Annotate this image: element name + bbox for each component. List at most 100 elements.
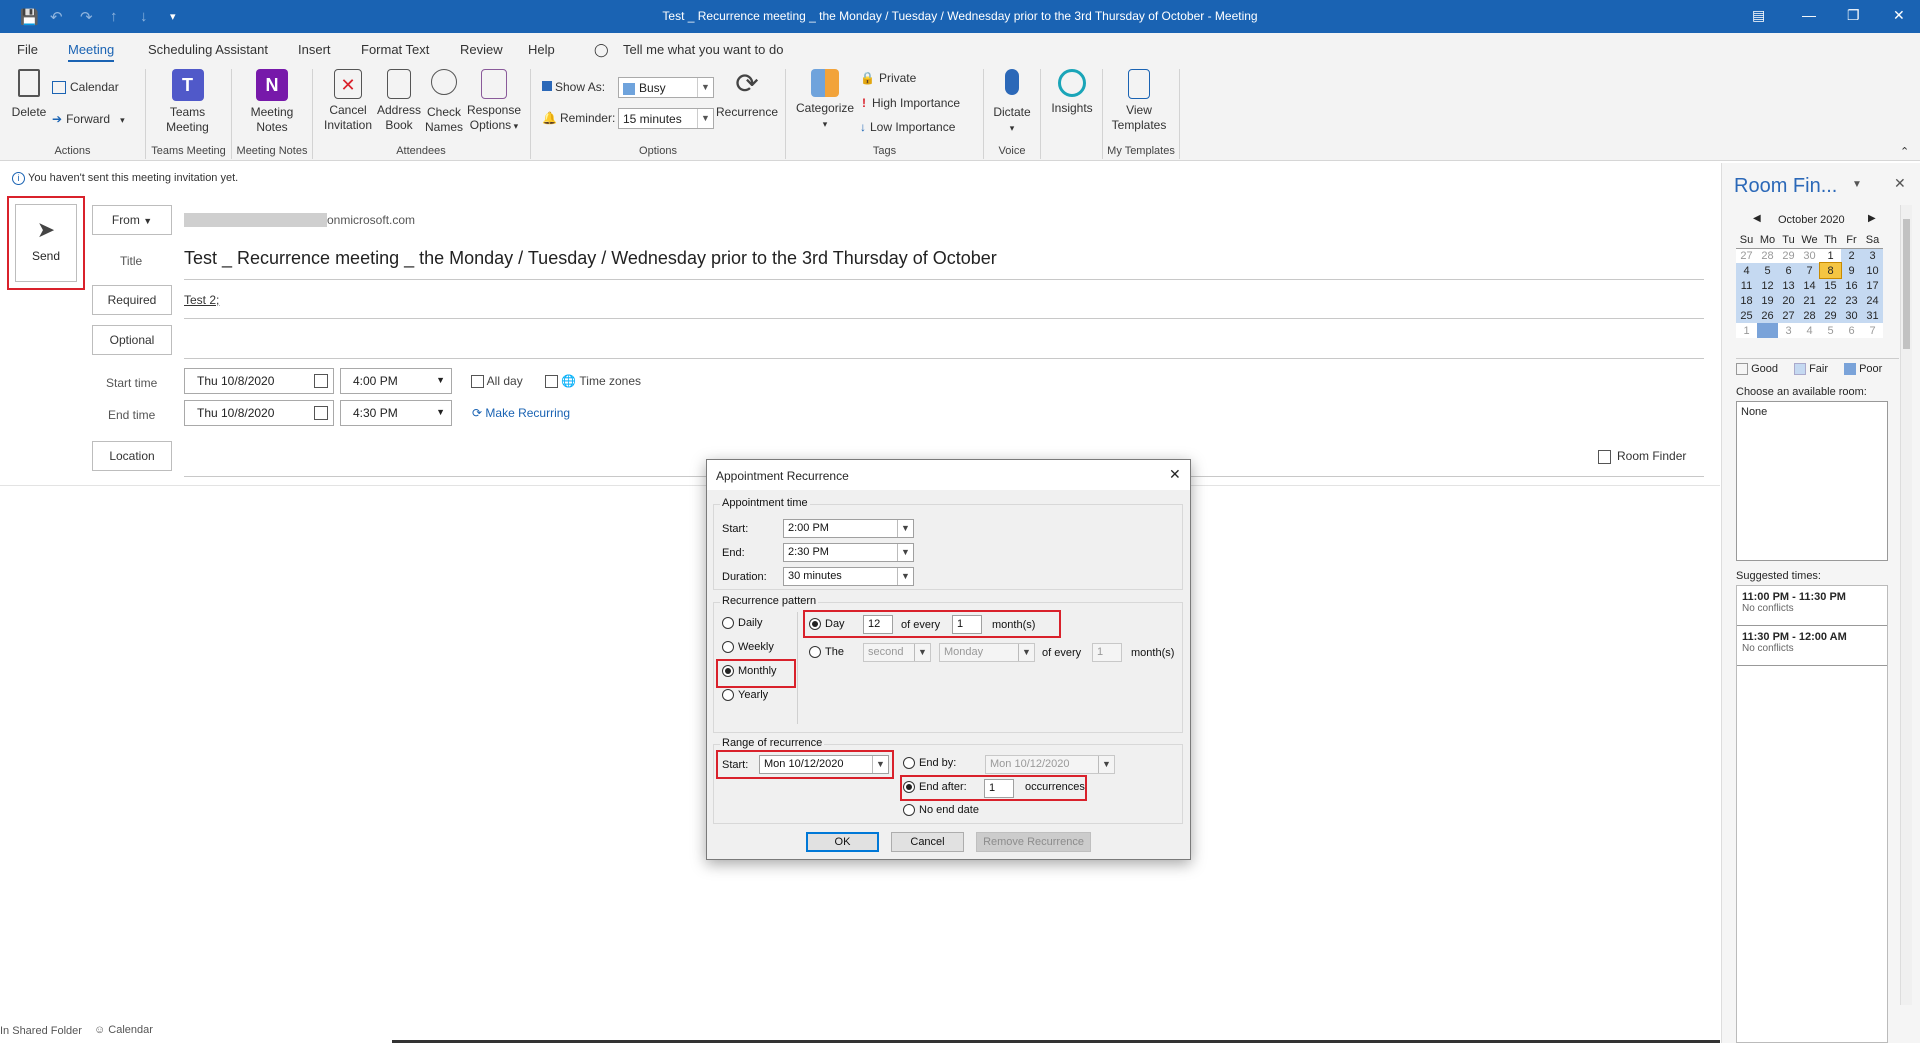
calendar-button[interactable]: Calendar bbox=[52, 80, 119, 95]
calendar-day[interactable]: 28 bbox=[1757, 248, 1778, 263]
ribbon-display-icon[interactable]: ▤ bbox=[1752, 7, 1765, 24]
calendar-day[interactable]: 2 bbox=[1757, 323, 1778, 338]
tab-help[interactable]: Help bbox=[528, 42, 555, 57]
calendar-day[interactable]: 5 bbox=[1820, 323, 1841, 338]
calendar-day[interactable]: 29 bbox=[1820, 308, 1841, 323]
calendar-day[interactable]: 17 bbox=[1862, 278, 1883, 293]
response-options-button[interactable]: Response Options ▾ bbox=[466, 69, 522, 134]
calendar-day[interactable]: 20 bbox=[1778, 293, 1799, 308]
monthly-radio[interactable]: Monthly bbox=[722, 665, 777, 678]
calendar-day[interactable]: 5 bbox=[1757, 263, 1778, 278]
calendar-day[interactable]: 3 bbox=[1778, 323, 1799, 338]
prev-month-icon[interactable]: ◀ bbox=[1753, 213, 1761, 224]
tab-file[interactable]: File bbox=[17, 42, 38, 57]
end-time-select[interactable]: 2:30 PM ▼ bbox=[783, 543, 914, 562]
calendar-day[interactable]: 15 bbox=[1820, 278, 1841, 293]
make-recurring-link[interactable]: ⟳ Make Recurring bbox=[472, 406, 570, 420]
categorize-button[interactable]: Categorize ▾ bbox=[796, 69, 854, 132]
remove-recurrence-button[interactable]: Remove Recurrence bbox=[976, 832, 1091, 852]
calendar-day[interactable]: 7 bbox=[1862, 323, 1883, 338]
calendar-day[interactable]: 30 bbox=[1841, 308, 1862, 323]
pane-scrollbar[interactable] bbox=[1900, 205, 1912, 1005]
room-list[interactable]: None bbox=[1736, 401, 1888, 561]
the-radio[interactable]: The bbox=[809, 646, 844, 659]
start-time-input[interactable]: 4:00 PM ▼ bbox=[340, 368, 452, 394]
duration-select[interactable]: 30 minutes ▼ bbox=[783, 567, 914, 586]
calendar-day[interactable]: 11 bbox=[1736, 278, 1757, 293]
calendar-day[interactable]: 23 bbox=[1841, 293, 1862, 308]
show-as-select[interactable]: Busy ▼ bbox=[618, 77, 714, 98]
high-importance-button[interactable]: ! High Importance bbox=[862, 96, 960, 110]
weekly-radio[interactable]: Weekly bbox=[722, 641, 774, 654]
range-start-select[interactable]: Mon 10/12/2020 ▼ bbox=[759, 755, 889, 774]
end-date-input[interactable]: Thu 10/8/2020 bbox=[184, 400, 334, 426]
calendar-day[interactable]: 13 bbox=[1778, 278, 1799, 293]
dialog-close-icon[interactable]: ✕ bbox=[1169, 466, 1181, 483]
tab-review[interactable]: Review bbox=[460, 42, 503, 57]
ok-button[interactable]: OK bbox=[806, 832, 879, 852]
day-number-input[interactable]: 12 bbox=[863, 615, 893, 634]
calendar-day[interactable]: 6 bbox=[1841, 323, 1862, 338]
daily-radio[interactable]: Daily bbox=[722, 617, 762, 630]
calendar-day[interactable]: 27 bbox=[1736, 248, 1757, 263]
month-interval-input[interactable]: 1 bbox=[952, 615, 982, 634]
time-zones-checkbox[interactable]: 🌐 Time zones bbox=[545, 374, 641, 389]
calendar-day[interactable]: 7 bbox=[1799, 263, 1820, 278]
required-input[interactable]: Test 2; bbox=[184, 293, 219, 307]
calendar-day[interactable]: 19 bbox=[1757, 293, 1778, 308]
tab-meeting[interactable]: Meeting bbox=[68, 42, 115, 62]
meeting-notes-button[interactable]: N Meeting Notes bbox=[244, 69, 300, 135]
calendar-day[interactable]: 8 bbox=[1819, 262, 1842, 279]
calendar-day[interactable]: 16 bbox=[1841, 278, 1862, 293]
end-by-select[interactable]: Mon 10/12/2020 ▼ bbox=[985, 755, 1115, 774]
close-icon[interactable]: ✕ bbox=[1893, 7, 1905, 24]
room-finder-button[interactable]: Room Finder bbox=[1598, 449, 1686, 464]
end-time-input[interactable]: 4:30 PM ▼ bbox=[340, 400, 452, 426]
ordinal-select[interactable]: second ▼ bbox=[863, 643, 931, 662]
calendar-day[interactable]: 1 bbox=[1820, 248, 1841, 263]
calendar-day[interactable]: 9 bbox=[1841, 263, 1862, 278]
address-book-button[interactable]: Address Book bbox=[376, 69, 422, 133]
required-button[interactable]: Required bbox=[92, 285, 172, 315]
calendar-day[interactable]: 28 bbox=[1799, 308, 1820, 323]
calendar-day[interactable]: 21 bbox=[1799, 293, 1820, 308]
collapse-ribbon-icon[interactable]: ⌃ bbox=[1900, 145, 1909, 158]
calendar-day[interactable]: 29 bbox=[1778, 248, 1799, 263]
calendar-day[interactable]: 6 bbox=[1778, 263, 1799, 278]
pane-options-icon[interactable]: ▼ bbox=[1852, 179, 1862, 190]
calendar-day[interactable]: 4 bbox=[1736, 263, 1757, 278]
delete-button[interactable]: Delete bbox=[10, 69, 48, 120]
calendar-day[interactable]: 30 bbox=[1799, 248, 1820, 263]
suggestion-item[interactable]: 11:30 PM - 12:00 AM No conflicts bbox=[1737, 626, 1887, 666]
from-button[interactable]: From ▼ bbox=[92, 205, 172, 235]
check-names-button[interactable]: Check Names bbox=[422, 69, 466, 135]
calendar-day[interactable]: 10 bbox=[1862, 263, 1883, 278]
end-by-radio[interactable]: End by: bbox=[903, 757, 956, 770]
calendar-day[interactable]: 1 bbox=[1736, 323, 1757, 338]
calendar-day[interactable]: 31 bbox=[1862, 308, 1883, 323]
yearly-radio[interactable]: Yearly bbox=[722, 689, 768, 702]
calendar-day[interactable]: 2 bbox=[1841, 248, 1862, 263]
location-button[interactable]: Location bbox=[92, 441, 172, 471]
all-day-checkbox[interactable]: All day bbox=[471, 374, 523, 389]
reminder-select[interactable]: 15 minutes ▼ bbox=[618, 108, 714, 129]
weekday-select[interactable]: Monday ▼ bbox=[939, 643, 1035, 662]
view-templates-button[interactable]: View Templates bbox=[1108, 69, 1170, 133]
calendar-day[interactable]: 4 bbox=[1799, 323, 1820, 338]
private-button[interactable]: 🔒 Private bbox=[860, 71, 916, 85]
calendar-day[interactable]: 18 bbox=[1736, 293, 1757, 308]
month-interval-input-2[interactable]: 1 bbox=[1092, 643, 1122, 662]
next-month-icon[interactable]: ▶ bbox=[1868, 213, 1876, 224]
start-time-select[interactable]: 2:00 PM ▼ bbox=[783, 519, 914, 538]
send-button[interactable]: ➤ Send bbox=[15, 204, 77, 282]
tab-insert[interactable]: Insert bbox=[298, 42, 331, 57]
tell-me-search[interactable]: Tell me what you want to do bbox=[623, 42, 783, 57]
teams-meeting-button[interactable]: T Teams Meeting bbox=[160, 69, 215, 135]
scrollbar-thumb[interactable] bbox=[1903, 219, 1910, 349]
close-pane-icon[interactable]: ✕ bbox=[1894, 175, 1906, 192]
calendar-day[interactable]: 14 bbox=[1799, 278, 1820, 293]
calendar-day[interactable]: 24 bbox=[1862, 293, 1883, 308]
insights-button[interactable]: Insights bbox=[1046, 69, 1098, 116]
room-none-item[interactable]: None bbox=[1737, 402, 1887, 422]
calendar-day[interactable]: 22 bbox=[1820, 293, 1841, 308]
